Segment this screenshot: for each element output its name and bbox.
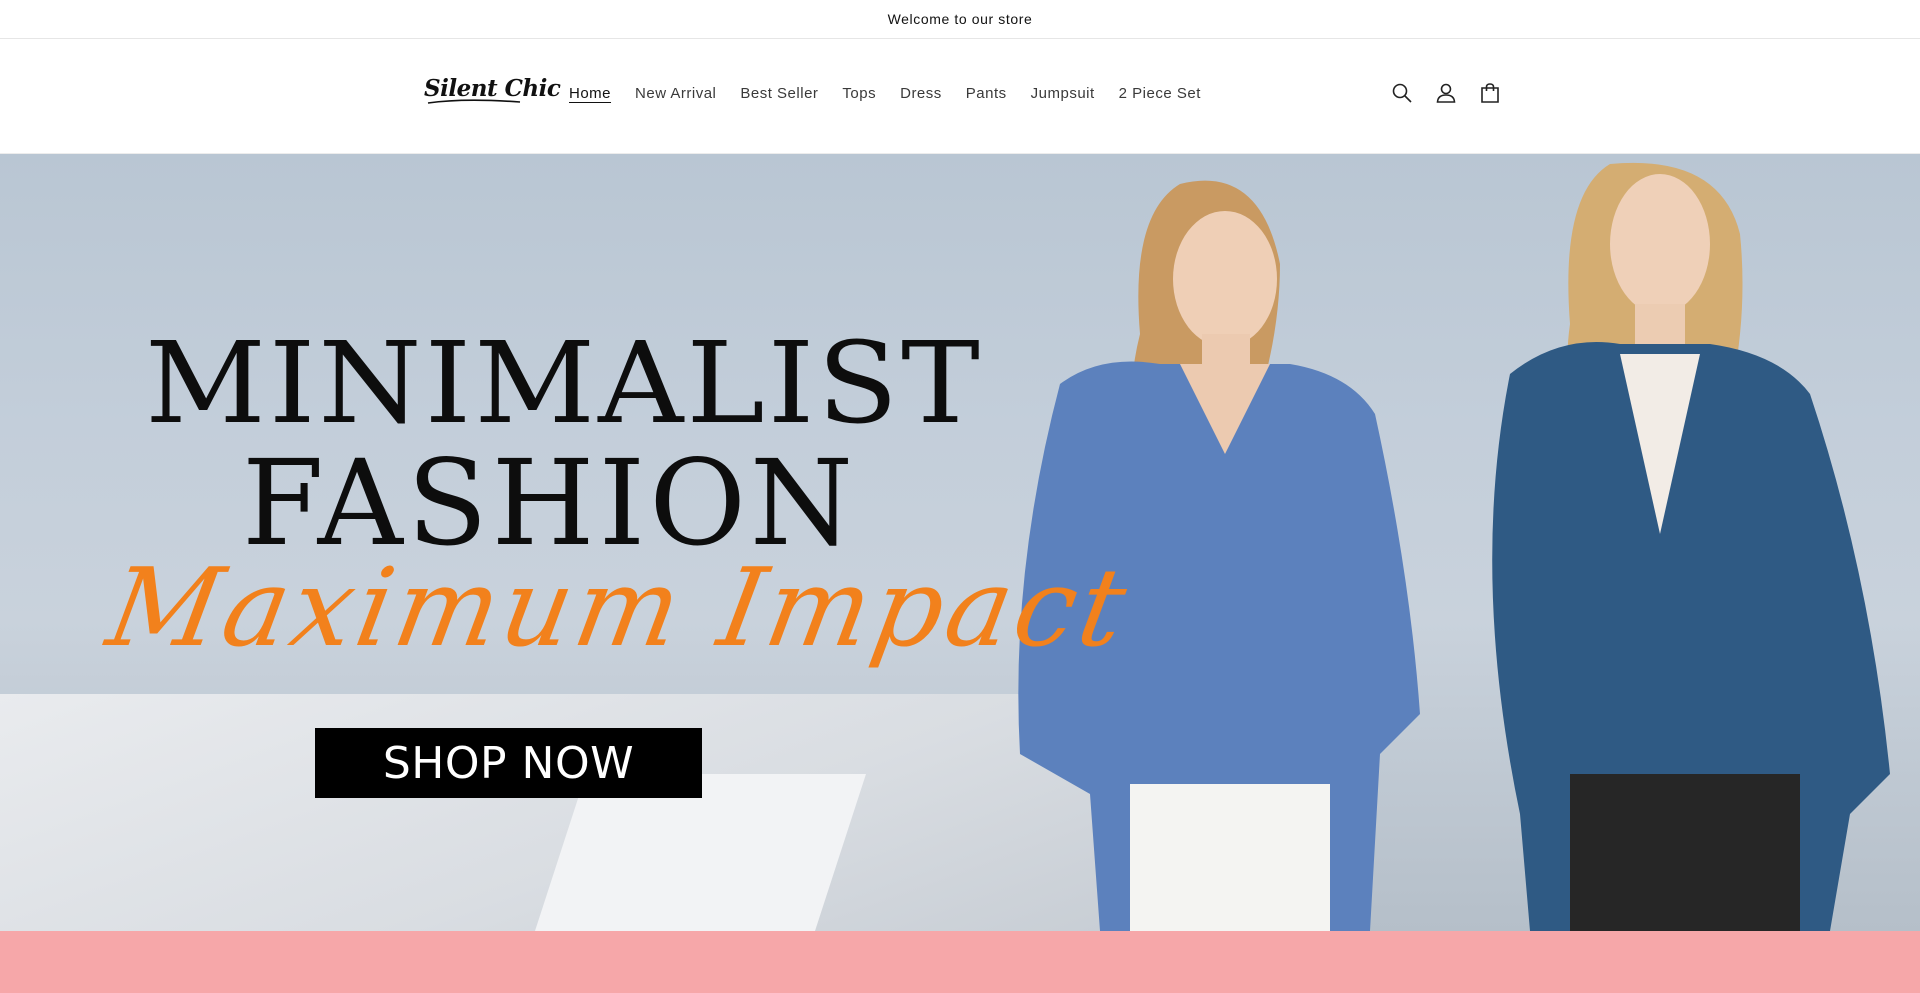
nav-item-best-seller[interactable]: Best Seller bbox=[740, 85, 818, 102]
hero-headline-line2: FASHION bbox=[242, 434, 858, 572]
store-logo[interactable]: Silent Chic bbox=[424, 75, 561, 104]
nav-item-2-piece-set[interactable]: 2 Piece Set bbox=[1119, 85, 1201, 102]
announcement-text: Welcome to our store bbox=[887, 11, 1033, 27]
announcement-bar: Welcome to our store bbox=[0, 0, 1920, 39]
cart-icon[interactable] bbox=[1478, 81, 1502, 105]
search-icon[interactable] bbox=[1390, 81, 1414, 105]
next-section-band bbox=[0, 931, 1920, 993]
nav-item-home[interactable]: Home bbox=[569, 85, 611, 102]
site-header: Silent Chic Home New Arrival Best Seller… bbox=[0, 39, 1920, 154]
nav-item-jumpsuit[interactable]: Jumpsuit bbox=[1031, 85, 1095, 102]
shop-now-button[interactable]: SHOP NOW bbox=[315, 728, 702, 798]
model-blue-cardigan-image bbox=[1492, 162, 1890, 931]
nav-item-new-arrival[interactable]: New Arrival bbox=[635, 85, 716, 102]
model-blue-blouse-image bbox=[1018, 180, 1420, 931]
nav-item-pants[interactable]: Pants bbox=[966, 85, 1007, 102]
hero-script-tagline: Maximum Impact bbox=[98, 546, 1139, 671]
nav-item-dress[interactable]: Dress bbox=[900, 85, 942, 102]
hero-banner[interactable]: MINIMALIST FASHION Maximum Impact SHOP N… bbox=[0, 154, 1920, 931]
logo-swoosh-icon bbox=[427, 99, 521, 104]
header-icons bbox=[1390, 81, 1502, 105]
account-icon[interactable] bbox=[1434, 81, 1458, 105]
hero-headline-line1: MINIMALIST bbox=[145, 317, 983, 449]
nav-item-tops[interactable]: Tops bbox=[842, 85, 876, 102]
main-nav: Home New Arrival Best Seller Tops Dress … bbox=[569, 85, 1225, 102]
